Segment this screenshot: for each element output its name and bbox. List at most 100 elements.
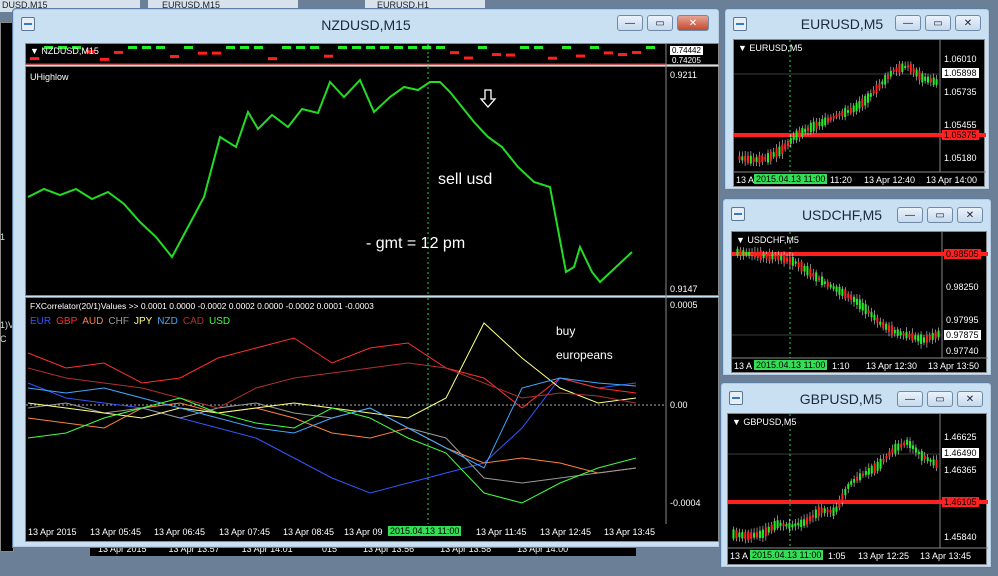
nzdusd-window[interactable]: NZDUSD,M15 — ▭ ✕ ▼ NZDUSD,M15 0.74442 0.… bbox=[12, 8, 720, 548]
usdchf-chart[interactable]: ▼ USDCHF,M5 0.98505 0.98250 0.97995 0.97… bbox=[731, 231, 988, 373]
gbpusd-candle bbox=[823, 508, 826, 513]
gbpusd-candle bbox=[811, 514, 814, 518]
price-strip-candle bbox=[520, 46, 529, 49]
usdchf-candle bbox=[794, 261, 797, 264]
eurusd-minimize-button[interactable]: — bbox=[895, 15, 921, 31]
eurusd-candle bbox=[801, 127, 804, 137]
fxcorrelator-panel[interactable]: FXCorrelator(20/1)Values >> 0.0001 0.000… bbox=[25, 297, 719, 526]
gbpusd-symbol-text: GBPUSD,M5 bbox=[743, 417, 797, 427]
usdchf-close-button[interactable]: ✕ bbox=[957, 207, 983, 223]
usdchf-symbol-text: USDCHF,M5 bbox=[747, 235, 799, 245]
usdchf-candle bbox=[887, 324, 891, 333]
eurusd-close-button[interactable]: ✕ bbox=[955, 15, 981, 31]
eurusd-candle bbox=[809, 122, 812, 133]
window-title: NZDUSD,M15 bbox=[321, 17, 411, 33]
usdchf-candle bbox=[753, 251, 756, 258]
usdchf-candle bbox=[751, 252, 754, 256]
usdchf-candle bbox=[879, 321, 882, 325]
usdchf-price-3: 0.97875 bbox=[944, 330, 981, 340]
price-strip-symbol[interactable]: ▼ NZDUSD,M15 bbox=[30, 46, 99, 56]
eurusd-candle bbox=[789, 137, 792, 144]
price-strip-panel[interactable]: ▼ NZDUSD,M15 0.74442 0.74205 bbox=[25, 43, 719, 66]
usdchf-candle bbox=[847, 293, 850, 298]
usdchf-window[interactable]: USDCHF,M5 — ▭ ✕ ▼ USDCHF,M5 0.98505 0.98… bbox=[722, 198, 992, 376]
eurusd-candle bbox=[864, 95, 867, 106]
eurusd-candle bbox=[744, 155, 747, 162]
gbpusd-time-2: 13 Apr 12:25 bbox=[858, 551, 910, 561]
background-tab-3[interactable]: EURUSD,H1 bbox=[365, 0, 485, 8]
gbpusd-candle bbox=[858, 473, 862, 481]
eurusd-candle bbox=[869, 93, 872, 97]
gbpusd-candle bbox=[876, 462, 879, 471]
price-strip-candle bbox=[492, 53, 501, 57]
price-strip-candle bbox=[184, 46, 193, 49]
usdchf-restore-button[interactable]: ▭ bbox=[927, 207, 953, 223]
restore-button[interactable]: ▭ bbox=[647, 15, 673, 31]
eurusd-candle bbox=[798, 130, 801, 138]
eurusd-symbol[interactable]: ▼ EURUSD,M5 bbox=[738, 43, 802, 53]
gbpusd-restore-button[interactable]: ▭ bbox=[927, 391, 953, 407]
uhighlow-ymin: 0.9147 bbox=[670, 284, 698, 294]
gbpusd-close-button[interactable]: ✕ bbox=[957, 391, 983, 407]
eurusd-candle bbox=[915, 69, 918, 77]
gbpusd-window[interactable]: GBPUSD,M5 — ▭ ✕ ▼ GBPUSD,M5 1.46625 1.46… bbox=[720, 382, 992, 568]
uhighlow-panel[interactable]: UHighlow 0.9211 0.9147 sell usd - gmt = … bbox=[25, 66, 719, 297]
gbpusd-candle bbox=[826, 509, 829, 513]
gbpusd-candle bbox=[929, 459, 932, 462]
gbpusd-candle bbox=[755, 532, 759, 538]
eurusd-candle bbox=[821, 118, 824, 127]
eurusd-time-2: 13 Apr 12:40 bbox=[864, 175, 916, 185]
usdchf-controls: — ▭ ✕ bbox=[897, 207, 983, 223]
price-strip-candle bbox=[548, 56, 557, 60]
usdchf-minimize-button[interactable]: — bbox=[897, 207, 923, 223]
gbpusd-candle bbox=[926, 457, 929, 461]
price-strip-candle bbox=[282, 46, 291, 49]
gbpusd-candle bbox=[903, 442, 906, 446]
eurusd-chart[interactable]: ▼ EURUSD,M5 1.06010 1.05898 1.05735 1.05… bbox=[733, 39, 986, 187]
price-strip-candle bbox=[114, 50, 123, 54]
eurusd-candle bbox=[747, 155, 749, 163]
eurusd-candle bbox=[795, 130, 798, 141]
legend-chf: CHF bbox=[108, 316, 129, 327]
gbpusd-chart[interactable]: ▼ GBPUSD,M5 1.46625 1.46490 1.46365 1.46… bbox=[727, 413, 988, 565]
gbpusd-candle bbox=[820, 507, 823, 513]
eurusd-window[interactable]: EURUSD,M5 — ▭ ✕ ▼ EURUSD,M5 1.06010 1.05… bbox=[724, 8, 990, 190]
usdchf-symbol[interactable]: ▼ USDCHF,M5 bbox=[736, 235, 799, 245]
eurusd-restore-button[interactable]: ▭ bbox=[925, 15, 951, 31]
price-strip-candle bbox=[632, 51, 641, 55]
usdchf-candle bbox=[882, 322, 885, 329]
price-strip-candle bbox=[380, 46, 389, 49]
usdchf-price-4: 0.97740 bbox=[946, 346, 979, 356]
gbpusd-candle bbox=[776, 520, 779, 528]
eurusd-candle bbox=[912, 68, 915, 73]
usdchf-price-1: 0.98250 bbox=[946, 282, 979, 292]
gbpusd-candle bbox=[882, 459, 885, 462]
eurusd-price-0: 1.06010 bbox=[944, 54, 977, 64]
background-left-price-3: C bbox=[0, 334, 7, 344]
usdchf-candle bbox=[917, 335, 920, 342]
gbpusd-symbol[interactable]: ▼ GBPUSD,M5 bbox=[732, 417, 796, 427]
gbpusd-candle bbox=[914, 447, 917, 453]
usdchf-candle bbox=[896, 329, 899, 336]
price-strip-candle bbox=[352, 46, 361, 49]
usdchf-candle bbox=[768, 251, 771, 262]
gbpusd-candle bbox=[785, 524, 788, 527]
price-strip-candle bbox=[240, 46, 249, 49]
price-strip-candle bbox=[212, 51, 221, 55]
usdchf-candle bbox=[742, 250, 745, 256]
eurusd-candle bbox=[898, 64, 901, 74]
annotation-europeans: europeans bbox=[556, 348, 613, 362]
main-time-5: 13 Apr 09 bbox=[344, 527, 383, 537]
gbpusd-candle bbox=[764, 527, 767, 537]
minimize-button[interactable]: — bbox=[617, 15, 643, 31]
gbpusd-candle bbox=[917, 451, 920, 455]
gbpusd-candle bbox=[753, 532, 756, 538]
eurusd-candle bbox=[872, 90, 875, 94]
legend-nzd: NZD bbox=[157, 316, 178, 327]
gbpusd-candle bbox=[923, 455, 926, 460]
gbpusd-minimize-button[interactable]: — bbox=[897, 391, 923, 407]
gbpusd-candle bbox=[906, 439, 909, 445]
gbpusd-candle bbox=[735, 530, 738, 539]
usdchf-candle bbox=[800, 261, 803, 272]
eurusd-price-3: 1.05455 bbox=[944, 120, 977, 130]
